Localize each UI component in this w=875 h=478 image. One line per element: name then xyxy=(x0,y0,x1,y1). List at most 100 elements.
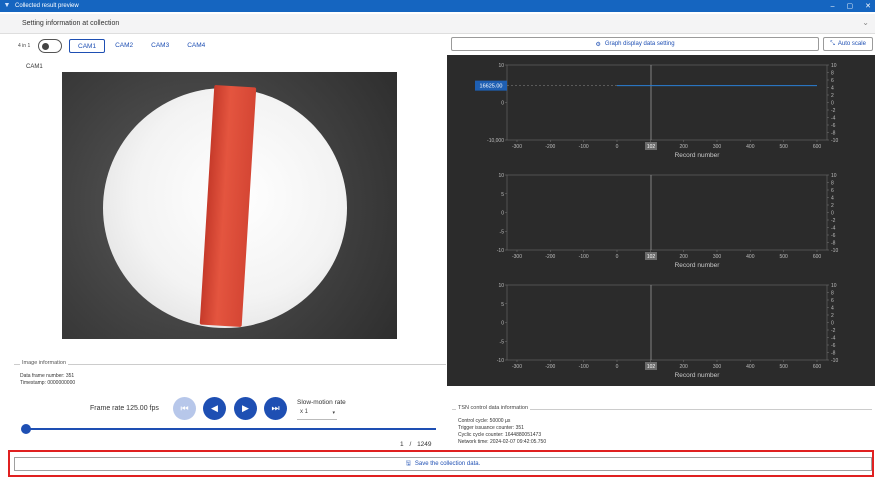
image-info-legend: Image information xyxy=(20,360,69,366)
graph-display-setting-button[interactable]: ⚙ Graph display data setting xyxy=(451,37,819,51)
step-back-icon: ◀ xyxy=(211,403,218,413)
right-tick-label: -2 xyxy=(831,328,836,334)
tsn-line: Cyclic cycle counter: 1644880051473 xyxy=(458,432,542,438)
right-tick-label: 6 xyxy=(831,298,834,304)
tab-cam3[interactable]: CAM3 xyxy=(143,39,177,53)
right-tick-label: -10 xyxy=(831,248,838,254)
x-tick-label: -300 xyxy=(512,254,522,260)
maximize-button[interactable]: ▢ xyxy=(847,2,854,10)
frame-counter: 1 / 1249 xyxy=(400,441,432,448)
left-tick-label: 0 xyxy=(501,211,504,217)
toggle-knob xyxy=(42,42,49,50)
x-tick-label: 300 xyxy=(713,144,722,150)
camera-tabs: CAM1 CAM2 CAM3 CAM4 xyxy=(69,39,215,53)
right-tick-label: 2 xyxy=(831,93,834,99)
right-tick-label: -8 xyxy=(831,241,836,247)
auto-scale-icon: ⤡ xyxy=(830,40,835,47)
right-tick-label: 10 xyxy=(831,283,837,289)
x-tick-label: -300 xyxy=(512,144,522,150)
timestamp: Timestamp: 0000000000 xyxy=(20,380,76,386)
right-tick-label: 8 xyxy=(831,71,834,77)
x-tick-label: 600 xyxy=(813,364,822,370)
x-tick-label: 300 xyxy=(713,254,722,260)
x-axis-label: Record number xyxy=(675,262,721,269)
tab-cam1[interactable]: CAM1 xyxy=(69,39,106,53)
x-axis-label: Record number xyxy=(675,152,721,159)
left-tick-label: 10 xyxy=(498,63,504,69)
save-icon: 🖫 xyxy=(405,461,411,467)
right-tick-label: 0 xyxy=(831,211,834,217)
auto-scale-label: Auto scale xyxy=(837,41,866,47)
play-button[interactable]: ▶ xyxy=(234,397,257,420)
left-tick-label: -10 xyxy=(497,248,504,254)
left-tick-label: 10 xyxy=(498,283,504,289)
left-tick-label: -10 xyxy=(497,358,504,364)
left-tick-label: 5 xyxy=(501,192,504,198)
tsn-line: Network time: 2024-02-07 09:42:05.750 xyxy=(458,439,547,445)
tsn-line: Control cycle: 50000 µs xyxy=(458,418,511,424)
slowmo-label: Slow-motion rate xyxy=(297,399,346,406)
x-tick-label: 300 xyxy=(713,364,722,370)
close-button[interactable]: ✕ xyxy=(865,2,871,10)
x-tick-label: -100 xyxy=(579,364,589,370)
cursor-label: 102 xyxy=(647,144,656,150)
x-tick-label: 600 xyxy=(813,144,822,150)
frame-current: 1 xyxy=(400,441,404,448)
frame-rate: Frame rate 125.00 fps xyxy=(90,405,159,412)
x-tick-label: 200 xyxy=(679,254,688,260)
right-tick-label: -10 xyxy=(831,358,838,364)
playback-slider-handle[interactable] xyxy=(21,424,31,434)
collection-settings-header[interactable]: Setting information at collection ⌄ xyxy=(0,14,875,34)
plot-area xyxy=(506,174,828,251)
x-tick-label: 0 xyxy=(616,254,619,260)
frame-total: 1249 xyxy=(417,441,432,448)
skip-forward-button[interactable]: ⏭ xyxy=(264,397,287,420)
camera-label: CAM1 xyxy=(26,64,43,70)
chevron-down-icon[interactable]: ⌄ xyxy=(862,18,869,27)
right-tick-label: -6 xyxy=(831,343,836,349)
step-back-button[interactable]: ◀ xyxy=(203,397,226,420)
tab-cam2[interactable]: CAM2 xyxy=(107,39,141,53)
app-icon: ▼ xyxy=(3,2,11,9)
camera-image xyxy=(62,72,397,339)
x-tick-label: 200 xyxy=(679,144,688,150)
tsn-legend: TSN control data information xyxy=(456,405,531,411)
minimize-button[interactable]: – xyxy=(831,3,835,10)
left-tick-label: -5 xyxy=(500,339,505,345)
four-in-one-toggle[interactable] xyxy=(38,39,62,53)
skip-back-button[interactable]: ⏮ xyxy=(173,397,196,420)
save-label: Save the collection data. xyxy=(414,461,481,467)
x-tick-label: 500 xyxy=(779,144,788,150)
right-tick-label: 0 xyxy=(831,101,834,107)
x-tick-label: 400 xyxy=(746,254,755,260)
slowmo-select[interactable]: x 1 ▾ xyxy=(297,409,337,420)
right-tick-label: -6 xyxy=(831,123,836,129)
auto-scale-button[interactable]: ⤡ Auto scale xyxy=(823,37,873,51)
value-box-label: 16625.00 xyxy=(480,84,503,90)
right-tick-label: 2 xyxy=(831,203,834,209)
right-tick-label: -4 xyxy=(831,226,836,232)
x-tick-label: -100 xyxy=(579,144,589,150)
graphs-svg: 100-10,0001086420-2-4-6-8-10-300 -200 -100… xyxy=(475,63,838,379)
play-icon: ▶ xyxy=(242,403,249,413)
right-tick-label: 6 xyxy=(831,78,834,84)
right-tick-label: -10 xyxy=(831,138,838,144)
slowmo-value: x 1 xyxy=(300,409,309,415)
image-information: Image information Data frame number: 351… xyxy=(14,360,446,390)
x-tick-label: -300 xyxy=(512,364,522,370)
left-tick-label: -5 xyxy=(500,229,505,235)
x-tick-label: 0 xyxy=(616,144,619,150)
tab-cam4[interactable]: CAM4 xyxy=(179,39,213,53)
tsn-line: Trigger issuance counter: 351 xyxy=(458,425,524,431)
save-collection-button[interactable]: 🖫 Save the collection data. xyxy=(14,457,872,471)
x-tick-label: 500 xyxy=(779,254,788,260)
playback-slider-track[interactable] xyxy=(26,428,436,430)
data-frame-number: Data frame number: 351 xyxy=(20,373,75,379)
cursor-label: 102 xyxy=(647,364,656,370)
right-tick-label: -6 xyxy=(831,233,836,239)
left-tick-label: -10,000 xyxy=(487,138,504,144)
x-axis-label: Record number xyxy=(675,372,721,379)
right-tick-label: 4 xyxy=(831,86,834,92)
right-tick-label: -8 xyxy=(831,351,836,357)
four-in-one-label: 4 in 1 xyxy=(18,43,31,49)
